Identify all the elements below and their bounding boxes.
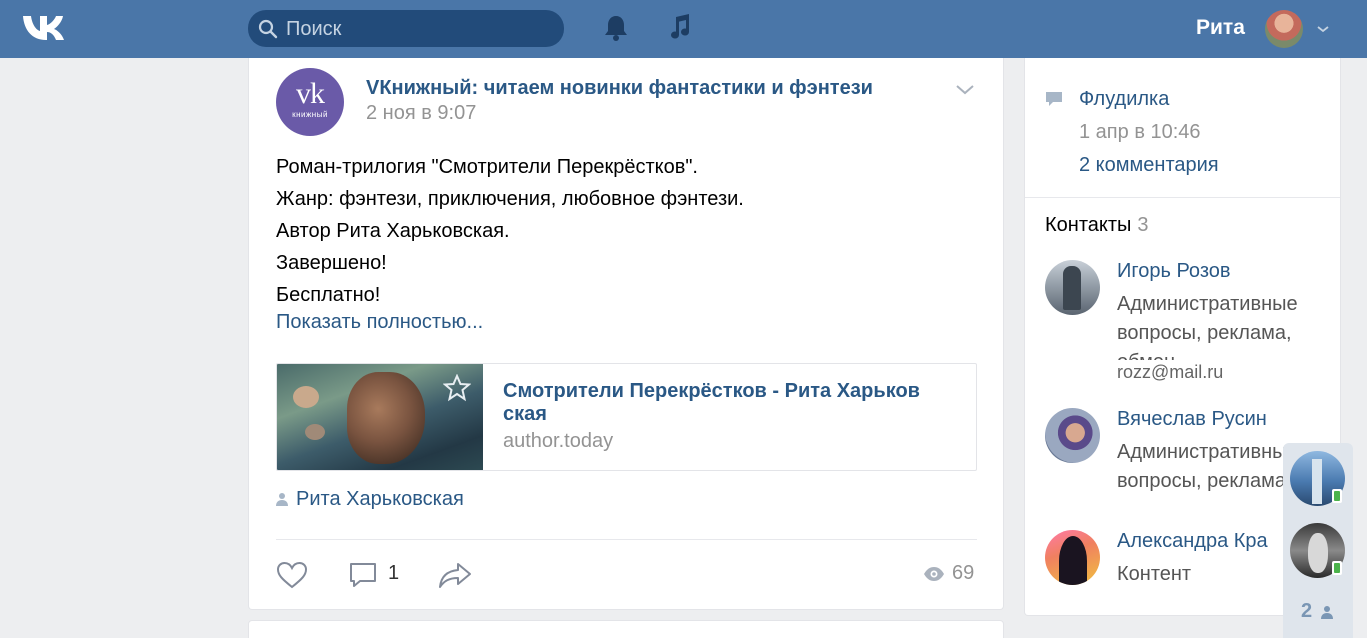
next-post-card — [248, 620, 1004, 638]
topic-title[interactable]: Флудилка — [1079, 88, 1169, 111]
show-more-link[interactable]: Показать полностью... — [276, 311, 483, 334]
contact-item[interactable]: Игорь Розов Административные вопросы, ре… — [1045, 260, 1335, 390]
thumbnail-island — [347, 372, 425, 464]
user-avatar[interactable] — [1265, 10, 1303, 48]
user-name[interactable]: Рита — [1196, 16, 1245, 40]
discussion-icon — [1046, 92, 1062, 106]
topic-date: 1 апр в 10:46 — [1079, 121, 1201, 143]
online-indicator-icon — [1332, 561, 1342, 575]
contact-avatar-figure — [1063, 266, 1081, 310]
chat-avatar-figure — [1308, 533, 1328, 573]
contact-role: Административные вопросы, реклама, обмен — [1117, 293, 1298, 360]
link-snippet[interactable]: Смотрители Перекрёстков - Рита Харьков с… — [276, 363, 977, 471]
link-domain: author.today — [503, 430, 614, 452]
bookmark-star-icon[interactable] — [443, 374, 471, 402]
post-text: Роман-трилогия "Смотрители Перекрёстков"… — [276, 151, 744, 311]
search-box[interactable]: Поиск — [248, 10, 564, 47]
link-title[interactable]: Смотрители Перекрёстков - Рита Харьков с… — [503, 380, 963, 426]
contacts-header[interactable]: Контакты 3 — [1045, 214, 1149, 237]
contact-avatar-silhouette — [1059, 536, 1087, 585]
wall-post: vk книжный VКнижный: читаем новинки фант… — [248, 58, 1004, 610]
vk-logo-icon[interactable] — [20, 13, 66, 43]
music-icon[interactable] — [667, 13, 691, 41]
community-avatar-subtext: книжный — [292, 110, 328, 119]
search-icon — [258, 19, 278, 39]
chat-bar: 2 — [1283, 443, 1353, 638]
link-thumbnail — [277, 364, 483, 470]
post-date[interactable]: 2 ноя в 9:07 — [366, 102, 476, 125]
contact-email[interactable]: rozz@mail.ru — [1117, 362, 1223, 383]
chat-count[interactable]: 2 — [1301, 600, 1312, 623]
online-indicator-icon — [1332, 489, 1342, 503]
contact-avatar[interactable] — [1045, 530, 1100, 585]
post-text-line: Завершено! — [276, 252, 387, 274]
person-icon — [1321, 606, 1333, 619]
post-text-line: Жанр: фэнтези, приключения, любовное фэн… — [276, 188, 744, 210]
contact-avatar[interactable] — [1045, 408, 1100, 463]
search-input[interactable]: Поиск — [286, 18, 341, 41]
community-avatar[interactable]: vk книжный — [276, 68, 344, 136]
post-menu-chevron-icon[interactable] — [955, 84, 975, 96]
share-arrow-icon[interactable] — [438, 561, 472, 589]
like-heart-icon[interactable] — [276, 561, 308, 589]
post-text-line: Автор Рита Харьковская. — [276, 220, 510, 242]
community-avatar-logo: vk — [296, 77, 325, 110]
post-divider — [276, 539, 977, 540]
chevron-down-icon[interactable] — [1316, 24, 1330, 34]
contact-name[interactable]: Игорь Розов — [1117, 260, 1231, 283]
thumbnail-balloon — [293, 386, 319, 408]
bell-icon[interactable] — [603, 14, 629, 42]
comment-icon[interactable] — [348, 561, 378, 589]
sidebar-divider — [1025, 197, 1340, 198]
comment-count[interactable]: 1 — [388, 562, 399, 585]
post-signer[interactable]: Рита Харьковская — [276, 488, 464, 511]
post-text-line: Роман-трилогия "Смотрители Перекрёстков"… — [276, 156, 698, 178]
topic-comments-link[interactable]: 2 комментария — [1079, 154, 1219, 177]
contact-avatar[interactable] — [1045, 260, 1100, 315]
contacts-title[interactable]: Контакты — [1045, 214, 1131, 236]
view-count: 69 — [952, 562, 975, 584]
signer-name[interactable]: Рита Харьковская — [296, 488, 464, 510]
thumbnail-balloon — [305, 424, 325, 440]
contact-name[interactable]: Вячеслав Русин — [1117, 408, 1267, 431]
top-bar: Поиск Рита — [0, 0, 1367, 58]
contacts-count: 3 — [1137, 214, 1149, 236]
post-author[interactable]: VКнижный: читаем новинки фантастики и фэ… — [366, 77, 873, 100]
contact-name[interactable]: Александра Кра — [1117, 530, 1268, 553]
person-icon — [276, 493, 288, 506]
eye-icon — [924, 567, 944, 581]
chat-avatar-tower — [1312, 459, 1322, 504]
post-text-line: Бесплатно! — [276, 284, 381, 306]
